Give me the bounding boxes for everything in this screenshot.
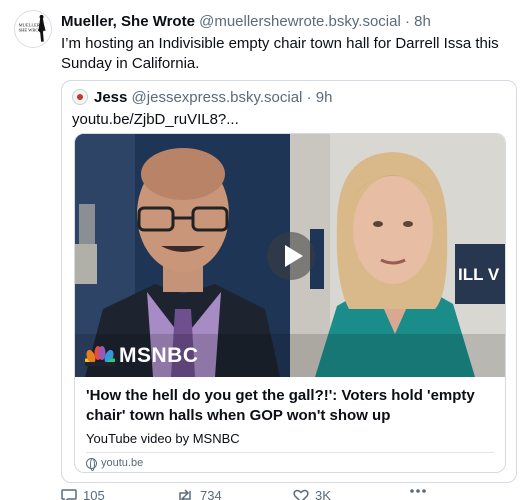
reply-button[interactable]: 105 (61, 488, 105, 500)
link-embed-card[interactable]: ILL V MSNBC 'How the hell do you get the… (74, 133, 506, 473)
globe-icon (86, 457, 97, 471)
msnbc-logo: MSNBC (85, 344, 199, 368)
msnbc-peacock-icon (85, 346, 115, 366)
reply-icon (61, 488, 77, 500)
author-handle[interactable]: @muellershewrote.bsky.social (199, 13, 401, 30)
more-options-button[interactable] (409, 488, 427, 494)
post-header: Mueller, She Wrote @muellershewrote.bsky… (61, 12, 515, 32)
quoted-post[interactable]: Jess @jessexpress.bsky.social · 9h youtu… (61, 80, 517, 483)
post-timestamp[interactable]: 8h (414, 13, 431, 30)
video-thumbnail[interactable]: ILL V MSNBC (75, 134, 505, 377)
separator-dot: · (306, 89, 312, 106)
post-text: I’m hosting an Indivisible empty chair t… (61, 35, 499, 72)
quoted-post-timestamp[interactable]: 9h (316, 89, 333, 106)
embed-divider (86, 452, 494, 453)
reply-count: 105 (83, 488, 105, 500)
quoted-post-header: Jess @jessexpress.bsky.social · 9h (72, 88, 332, 108)
embed-description: YouTube video by MSNBC (86, 431, 240, 446)
embed-domain: youtu.be (86, 456, 144, 471)
repost-icon (179, 488, 191, 500)
separator-dot: · (404, 13, 410, 30)
msnbc-logo-text: MSNBC (119, 344, 199, 367)
repost-button[interactable]: 734 (176, 488, 222, 500)
like-button[interactable]: 3K (293, 488, 331, 500)
embed-title[interactable]: 'How the hell do you get the gall?!': Vo… (86, 386, 500, 426)
quoted-author-handle[interactable]: @jessexpress.bsky.social (132, 89, 303, 106)
quoted-author-avatar[interactable] (72, 89, 88, 105)
background-sign-text: ILL V (458, 265, 500, 284)
post-actions: 105 734 3K (61, 488, 481, 500)
like-count: 3K (315, 488, 331, 500)
more-icon (410, 489, 426, 493)
play-icon[interactable] (267, 232, 315, 280)
repost-count: 734 (200, 488, 222, 500)
author-avatar-image: MUELLER, SHE WROTE (15, 11, 51, 47)
heart-icon (293, 489, 309, 500)
quoted-author-display-name[interactable]: Jess (94, 89, 127, 106)
author-avatar[interactable]: MUELLER, SHE WROTE (14, 10, 52, 48)
embed-domain-text: youtu.be (101, 457, 144, 469)
post[interactable]: MUELLER, SHE WROTE Mueller, She Wrote @m… (0, 0, 525, 500)
author-display-name[interactable]: Mueller, She Wrote (61, 13, 195, 30)
quoted-post-link-text[interactable]: youtu.be/ZjbD_ruVIL8?... (72, 110, 239, 130)
